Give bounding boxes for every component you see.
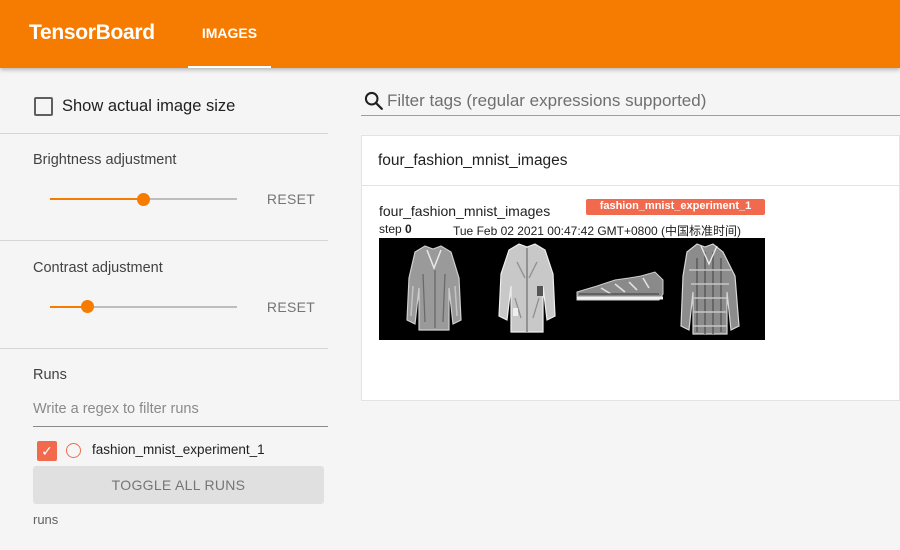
contrast-title: Contrast adjustment [33,260,163,276]
toggle-all-runs-button[interactable]: TOGGLE ALL RUNS [33,466,324,504]
divider [0,348,328,349]
search-icon [364,91,383,110]
step-label: step 0 [379,222,412,236]
fashion-item-shirt [498,243,556,333]
card-title: four_fashion_mnist_images [378,152,568,169]
image-card: four_fashion_mnist_images four_fashion_m… [361,135,900,401]
step-text: step [379,222,402,236]
run-name[interactable]: fashion_mnist_experiment_1 [92,442,265,457]
image-grid[interactable] [379,238,765,340]
run-badge: fashion_mnist_experiment_1 [586,199,765,215]
show-actual-size-checkbox[interactable] [34,97,53,116]
top-app-bar: TensorBoard IMAGES [0,0,900,68]
contrast-slider-thumb[interactable] [81,300,94,313]
check-icon: ✓ [41,443,53,459]
tab-images[interactable]: IMAGES [188,0,271,68]
divider [0,133,328,134]
show-actual-size-label: Show actual image size [62,97,236,115]
runs-title: Runs [33,367,67,383]
card-header[interactable]: four_fashion_mnist_images [362,136,900,186]
sidebar: Show actual image size Brightness adjust… [0,68,328,550]
fashion-item-pullover [406,245,462,331]
step-value: 0 [405,222,412,236]
tag-filter[interactable]: Filter tags (regular expressions support… [361,86,900,116]
brightness-reset-button[interactable]: RESET [262,191,320,207]
run-radio-button[interactable] [66,443,81,458]
image-timestamp: Tue Feb 02 2021 00:47:42 GMT+0800 (中国标准时… [453,224,742,238]
image-tag-name: four_fashion_mnist_images [379,203,551,219]
brightness-slider-fill [50,198,144,200]
divider [0,240,328,241]
brightness-title: Brightness adjustment [33,152,177,168]
runs-filter-input[interactable]: Write a regex to filter runs [33,401,328,427]
app-title: TensorBoard [29,21,155,44]
contrast-reset-button[interactable]: RESET [262,299,320,315]
brightness-slider-thumb[interactable] [137,193,150,206]
tag-filter-input[interactable]: Filter tags (regular expressions support… [387,91,706,111]
runs-footer-label: runs [33,512,59,527]
run-checkbox[interactable]: ✓ [37,441,57,461]
